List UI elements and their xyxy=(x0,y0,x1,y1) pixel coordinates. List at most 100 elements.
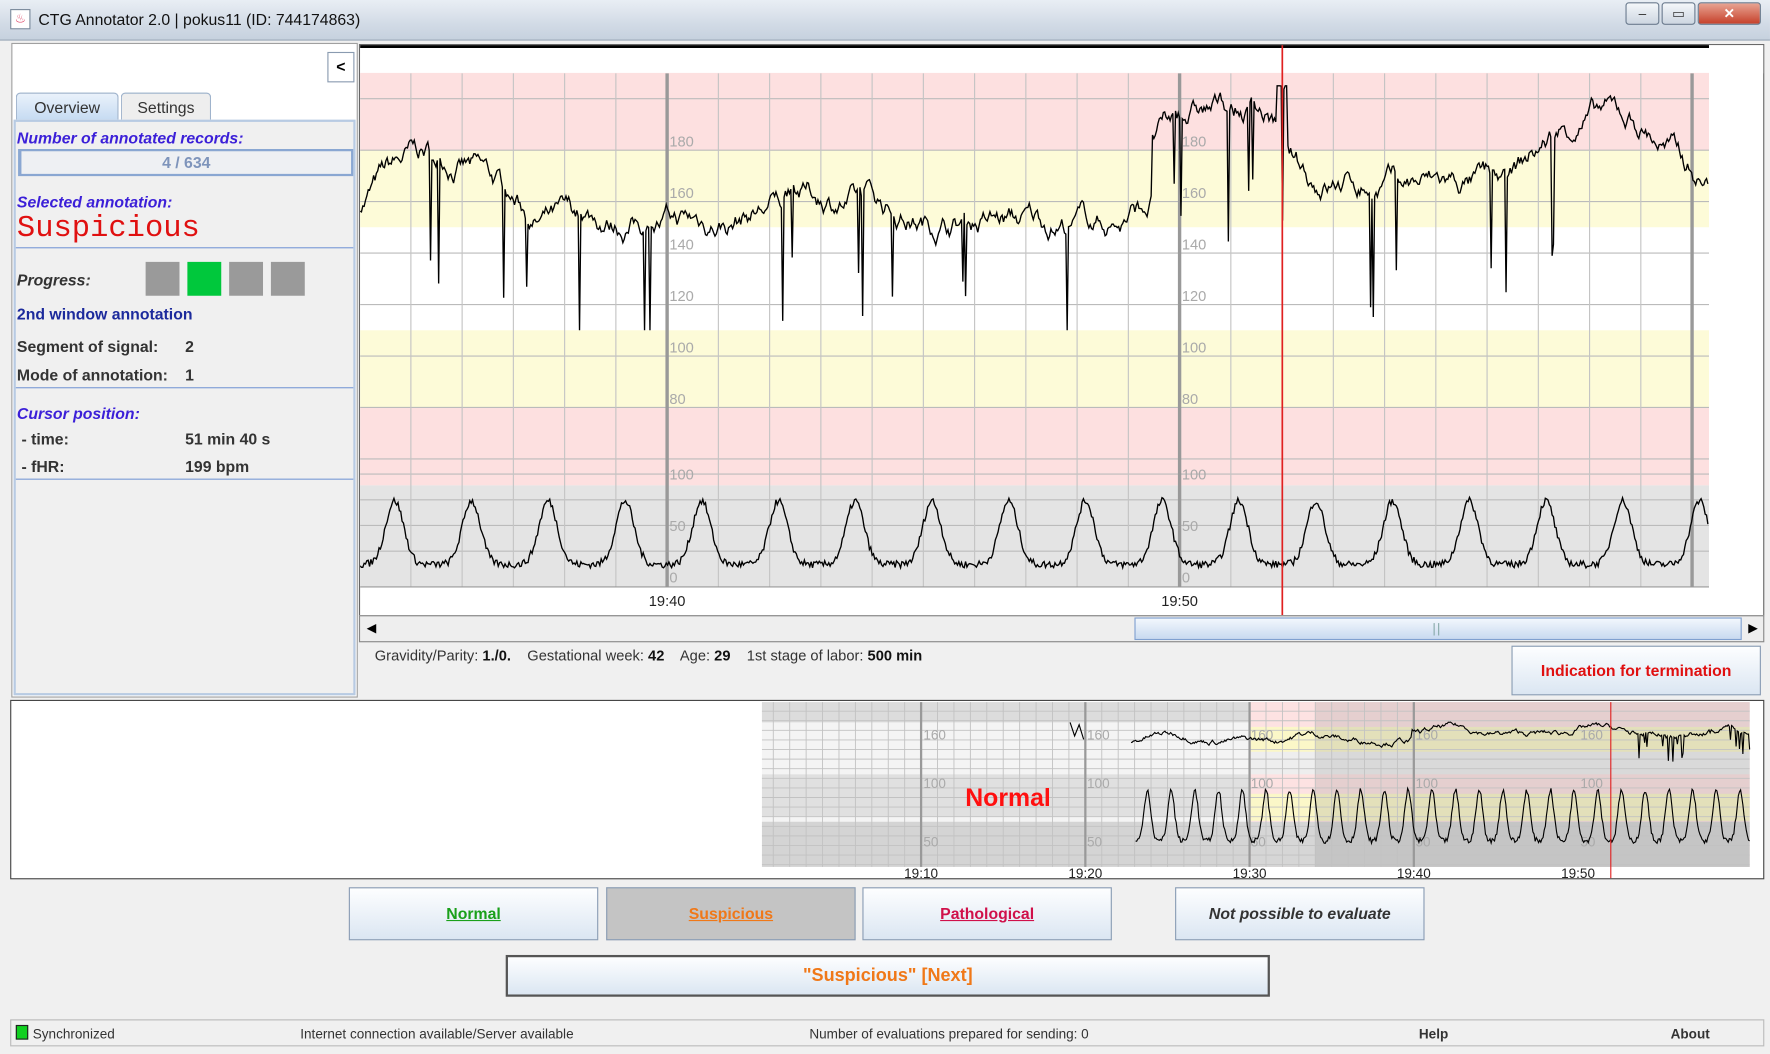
progress-step-2 xyxy=(187,261,222,296)
time-tick-label: 19:40 xyxy=(1397,866,1431,878)
fhr-tick-label: 100 xyxy=(1087,776,1110,791)
progress-step-3 xyxy=(229,261,264,296)
toco-tick-label: 50 xyxy=(1182,519,1198,535)
about-link[interactable]: About xyxy=(1671,1026,1710,1042)
collapse-sidebar-button[interactable]: < xyxy=(327,51,355,83)
age-value: 29 xyxy=(714,646,731,664)
toco-tick-label: 0 xyxy=(669,570,677,586)
fhr-tick-label: 180 xyxy=(1182,135,1206,151)
sync-status: Synchronized xyxy=(32,1026,115,1042)
cursor-fhr-label: - fHR: xyxy=(21,457,65,476)
segment-label: Segment of signal: xyxy=(16,337,159,356)
fhr-tick-label: 100 xyxy=(1251,776,1274,791)
fhr-tick-label: 160 xyxy=(1580,727,1603,742)
fhr-tick-label: 120 xyxy=(669,289,693,305)
overview-chart-svg[interactable]: 1601005016010050160100501601005016010050… xyxy=(11,701,1763,881)
toco-tick-label: 100 xyxy=(669,468,693,484)
fhr-tick-label: 180 xyxy=(669,135,693,151)
fhr-tick-label: 80 xyxy=(1182,392,1198,408)
fhr-tick-label: 50 xyxy=(1416,835,1431,850)
fhr-tick-label: 80 xyxy=(669,392,685,408)
divider xyxy=(15,478,354,480)
progress-label: Progress: xyxy=(16,270,91,289)
mode-value: 1 xyxy=(185,365,194,384)
cursor-time-label: - time: xyxy=(21,430,69,449)
fhr-tick-label: 50 xyxy=(1087,835,1102,850)
sync-status-icon xyxy=(15,1024,29,1040)
cursor-position-label: Cursor position: xyxy=(16,404,140,423)
scroll-left-arrow-icon[interactable]: ◀ xyxy=(362,619,380,639)
toco-tick-label: 100 xyxy=(1182,468,1206,484)
normal-label: Normal xyxy=(446,904,501,923)
grip-icon xyxy=(1433,623,1440,636)
java-cup-icon: ♨ xyxy=(10,9,31,30)
overview-pane: Number of annotated records: 4 / 634 Sel… xyxy=(13,119,356,696)
fhr-tick-label: 140 xyxy=(1182,238,1206,254)
overview-panel: 160 100 50 160 100 50 160 100 50 160 100 50 160 100 50… xyxy=(10,699,1765,881)
fhr-tick-label: 160 xyxy=(1087,727,1110,742)
next-button[interactable]: "Suspicious" [Next] xyxy=(505,954,1270,997)
mode-label: Mode of annotation: xyxy=(16,365,168,384)
fhr-tick-label: 100 xyxy=(1416,776,1439,791)
band xyxy=(360,485,1710,587)
scroll-right-arrow-icon[interactable]: ▶ xyxy=(1744,619,1762,639)
fhr-tick-label: 100 xyxy=(1580,776,1603,791)
divider xyxy=(15,387,354,389)
tab-settings[interactable]: Settings xyxy=(120,92,212,120)
fhr-tick-label: 160 xyxy=(923,727,946,742)
pathological-button[interactable]: Pathological xyxy=(862,887,1112,941)
maximize-button[interactable]: ▭ xyxy=(1661,2,1696,25)
time-tick-label: 19:40 xyxy=(649,594,686,610)
week-label: Gestational week: xyxy=(527,646,644,664)
ctg-chart-svg[interactable]: 180 160 140 120 100 80 100 50 0 180 160 140 120 100 80… xyxy=(359,44,1766,616)
not-possible-button[interactable]: Not possible to evaluate xyxy=(1175,887,1425,941)
cursor-time-value: 51 min 40 s xyxy=(185,430,271,449)
toco-tick-label: 50 xyxy=(669,519,685,535)
chart-scrollbar[interactable]: ◀ ▶ xyxy=(358,615,1765,643)
ctg-chart[interactable]: 180 160 140 120 100 80 100 50 0 180 160 140 120 100 80… xyxy=(358,44,1766,617)
time-tick-label: 19:50 xyxy=(1161,594,1198,610)
segment-annotation-label: Normal xyxy=(965,785,1051,812)
minimize-button[interactable]: – xyxy=(1625,2,1660,25)
normal-button[interactable]: Normal xyxy=(348,887,599,941)
fhr-tick-label: 100 xyxy=(1182,341,1206,357)
fhr-tick-label: 140 xyxy=(669,238,693,254)
band xyxy=(360,72,1710,151)
tab-overview[interactable]: Overview xyxy=(15,92,119,120)
progress-step-1 xyxy=(145,261,180,296)
toco-tick-label: 0 xyxy=(1182,570,1190,586)
fhr-tick-label: 160 xyxy=(1182,186,1206,202)
window-title: CTG Annotator 2.0 | pokus11 (ID: 7441748… xyxy=(38,10,361,29)
connection-status: Internet connection available/Server ava… xyxy=(300,1026,574,1042)
suspicious-label: Suspicious xyxy=(688,904,774,923)
gravidity-label: Gravidity/Parity: xyxy=(374,646,479,664)
annotated-records-progress: 4 / 634 xyxy=(18,149,354,177)
help-link[interactable]: Help xyxy=(1419,1026,1448,1042)
indication-termination-button[interactable]: Indication for termination xyxy=(1511,645,1761,696)
time-tick-label: 19:50 xyxy=(1561,866,1595,878)
scrollbar-thumb[interactable] xyxy=(1134,617,1742,641)
header-strip xyxy=(360,45,1766,74)
fhr-tick-label: 160 xyxy=(669,186,693,202)
pending-evaluations: Number of evaluations prepared for sendi… xyxy=(809,1026,1089,1042)
band xyxy=(360,330,1710,408)
labor-value: 500 min xyxy=(867,646,923,664)
selected-window xyxy=(1315,702,1750,867)
time-tick-label: 19:30 xyxy=(1233,866,1267,878)
fhr-tick-label: 50 xyxy=(923,835,938,850)
time-tick-label: 19:10 xyxy=(904,866,938,878)
fhr-tick-label: 120 xyxy=(1182,289,1206,305)
divider xyxy=(15,247,354,249)
fhr-tick-label: 100 xyxy=(669,341,693,357)
annotated-records-label: Number of annotated records: xyxy=(16,128,244,147)
time-tick-label: 19:20 xyxy=(1068,866,1102,878)
selected-annotation-label: Selected annotation: xyxy=(16,193,173,212)
progress-step-4 xyxy=(270,261,305,296)
labor-label: 1st stage of labor: xyxy=(746,646,864,664)
suspicious-button[interactable]: Suspicious xyxy=(606,887,856,941)
week-value: 42 xyxy=(648,646,665,664)
segment-value: 2 xyxy=(185,337,194,356)
age-label: Age: xyxy=(679,646,711,664)
title-bar: ♨ CTG Annotator 2.0 | pokus11 (ID: 74417… xyxy=(0,0,1770,41)
close-button[interactable]: ✕ xyxy=(1697,2,1761,25)
